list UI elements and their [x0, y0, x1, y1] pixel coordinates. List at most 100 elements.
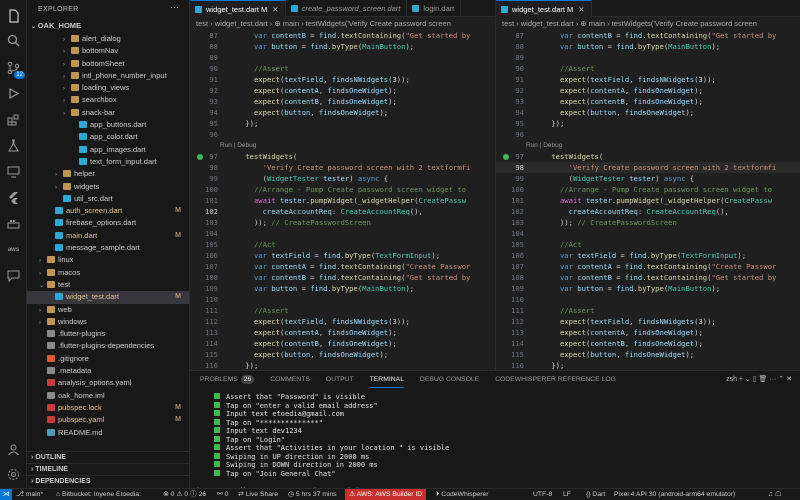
- source-control-icon[interactable]: 12: [4, 58, 25, 79]
- tree-item[interactable]: › searchbox: [27, 94, 189, 106]
- tree-item[interactable]: › bottomNav: [27, 45, 189, 57]
- breadcrumb-right[interactable]: test › widget_test.dart › ⊕ main › testW…: [496, 17, 800, 30]
- bitbucket-status[interactable]: ⌂ Bitbucket: Inyene Etoedia:: [56, 489, 141, 500]
- tab-codewhisperer-log[interactable]: CODEWHISPERER REFERENCE LOG: [495, 371, 616, 388]
- tree-item[interactable]: oak_home.iml: [27, 390, 189, 402]
- tree-item[interactable]: ⌄ test: [27, 279, 189, 291]
- codelens-run-debug[interactable]: Run | Debug: [496, 140, 800, 151]
- tree-item[interactable]: .flutter-plugins-dependencies: [27, 340, 189, 352]
- tree-item-label: README.md: [58, 427, 103, 437]
- bell-icon[interactable]: ♫ ☖: [768, 489, 781, 500]
- code-editor-left[interactable]: 87 var contentB = find.textContaining("G…: [190, 30, 495, 370]
- testing-icon[interactable]: [4, 136, 23, 155]
- workspace-root[interactable]: ⌄ OAK_HOME: [27, 19, 189, 32]
- ports-status[interactable]: ⚯ 0: [217, 489, 228, 500]
- more-actions-icon[interactable]: ···: [170, 2, 179, 12]
- live-share-status[interactable]: ⇄ Live Share: [238, 489, 278, 500]
- tree-item[interactable]: › macos: [27, 267, 189, 279]
- tree-item[interactable]: util_src.dart: [27, 193, 189, 205]
- remote-indicator-icon[interactable]: ⋊: [0, 489, 12, 500]
- tree-item[interactable]: › alert_dialog: [27, 33, 189, 45]
- code-text: expect(contentB, findsOneWidget);: [253, 339, 397, 348]
- code-text: 'Verify Create password screen with 2 te…: [568, 163, 777, 172]
- test-pass-icon[interactable]: [503, 154, 509, 160]
- tree-item[interactable]: message_sample.dart: [27, 242, 189, 254]
- tree-item[interactable]: app_buttons.dart: [27, 119, 189, 131]
- tab-widget-test-right[interactable]: widget_test.dart M ✕: [496, 0, 592, 17]
- tab-create-password-screen[interactable]: create_password_screen.dart: [286, 0, 408, 17]
- flutter-icon[interactable]: [4, 188, 23, 207]
- encoding-status[interactable]: UTF-8: [533, 489, 552, 500]
- tree-item[interactable]: auth_screen.dart M: [27, 205, 189, 217]
- language-status[interactable]: {} Dart: [586, 489, 605, 500]
- terminal-controls[interactable]: zsh + ⌄ ▯ 🗑 ··· ⌃ ✕: [726, 371, 792, 388]
- tree-item[interactable]: .flutter-plugins: [27, 328, 189, 340]
- tab-problems[interactable]: PROBLEMS 26: [200, 371, 255, 388]
- account-icon[interactable]: [4, 440, 23, 459]
- chat-icon[interactable]: [4, 266, 23, 285]
- tree-item[interactable]: pubspec.lock M: [27, 402, 189, 414]
- tree-item-label: .metadata: [58, 366, 92, 376]
- tree-item[interactable]: › helper: [27, 168, 189, 180]
- tree-item[interactable]: widget_test.dart M: [27, 291, 189, 304]
- docker-icon[interactable]: [4, 214, 23, 233]
- terminal-line: Tap on "**************": [214, 418, 449, 428]
- terminal-line: Swiping in UP direction in 2000 ms: [214, 452, 449, 462]
- tab-login[interactable]: login.dart: [407, 0, 462, 17]
- extensions-icon[interactable]: [4, 110, 23, 129]
- tree-item[interactable]: › windows: [27, 316, 189, 328]
- breadcrumb[interactable]: test › widget_test.dart › ⊕ main › testW…: [190, 17, 495, 30]
- tab-output[interactable]: OUTPUT: [326, 371, 354, 388]
- tree-item[interactable]: pubspec.yaml M: [27, 414, 189, 426]
- tree-item-label: intl_phone_number_input: [82, 70, 167, 80]
- codelens-run-debug[interactable]: Run | Debug: [190, 140, 495, 151]
- tree-item[interactable]: firebase_options.dart: [27, 217, 189, 229]
- codewhisperer-status[interactable]: ⏵ CodeWhisperer: [436, 489, 489, 500]
- close-icon[interactable]: ✕: [578, 5, 584, 14]
- tree-item[interactable]: .metadata: [27, 365, 189, 377]
- tree-item[interactable]: analysis_options.yaml: [27, 377, 189, 389]
- search-icon[interactable]: [4, 31, 23, 50]
- tree-item[interactable]: text_form_input.dart: [27, 156, 189, 168]
- tree-item[interactable]: › linux: [27, 254, 189, 266]
- test-pass-icon[interactable]: [197, 154, 203, 160]
- tree-item[interactable]: › web: [27, 304, 189, 316]
- remote-explorer-icon[interactable]: [4, 162, 23, 181]
- run-debug-icon[interactable]: [4, 84, 23, 103]
- tree-item[interactable]: › loading_views: [27, 82, 189, 94]
- tree-item[interactable]: › intl_phone_number_input: [27, 70, 189, 82]
- close-icon[interactable]: ✕: [272, 5, 278, 14]
- dependencies-section[interactable]: › DEPENDENCIES: [27, 475, 189, 487]
- line-number: 99: [209, 174, 218, 183]
- code-editor-right[interactable]: 87 var contentB = find.textContaining("G…: [496, 30, 800, 370]
- tree-item[interactable]: README.md: [27, 427, 189, 439]
- tree-item[interactable]: › widgets: [27, 181, 189, 193]
- aws-status[interactable]: ⚠ AWS: AWS Builder ID: [345, 489, 427, 500]
- terminal-output[interactable]: Assert that "Password" is visible Tap on …: [196, 393, 449, 495]
- tab-debug-console[interactable]: DEBUG CONSOLE: [420, 371, 479, 388]
- timeline-section[interactable]: › TIMELINE: [27, 463, 189, 475]
- tab-comments[interactable]: COMMENTS: [270, 371, 310, 388]
- explorer-icon[interactable]: [4, 6, 23, 25]
- eol-status[interactable]: LF: [563, 489, 571, 500]
- tree-item[interactable]: app_images.dart: [27, 144, 189, 156]
- line-number: 97: [515, 152, 524, 161]
- tree-item[interactable]: › bottomSheet: [27, 58, 189, 70]
- branch-status[interactable]: ⎇ main*: [16, 489, 43, 500]
- tab-terminal[interactable]: TERMINAL: [369, 372, 404, 388]
- outline-section[interactable]: › OUTLINE: [27, 451, 189, 463]
- code-line: 96: [190, 129, 495, 140]
- terminal-line: Tap on "enter a valid email address": [214, 401, 449, 411]
- line-number: 90: [209, 64, 218, 73]
- tree-item[interactable]: app_color.dart: [27, 131, 189, 143]
- code-line: 95 });: [496, 118, 800, 129]
- tree-item[interactable]: › snack-bar: [27, 107, 189, 119]
- tab-widget-test[interactable]: widget_test.dart M ✕: [190, 0, 286, 17]
- problems-status[interactable]: ⊗ 0 ⚠ 0 ⓘ 26: [163, 489, 206, 500]
- settings-gear-icon[interactable]: [4, 465, 23, 484]
- tree-item[interactable]: main.dart M: [27, 230, 189, 242]
- time-tracker-status[interactable]: ◷ 5 hrs 37 mins: [288, 489, 337, 500]
- tree-item[interactable]: .gitignore: [27, 353, 189, 365]
- device-status[interactable]: Pixel 4 API 30 (android-arm64 emulator): [614, 489, 735, 500]
- aws-icon[interactable]: aws: [4, 240, 23, 259]
